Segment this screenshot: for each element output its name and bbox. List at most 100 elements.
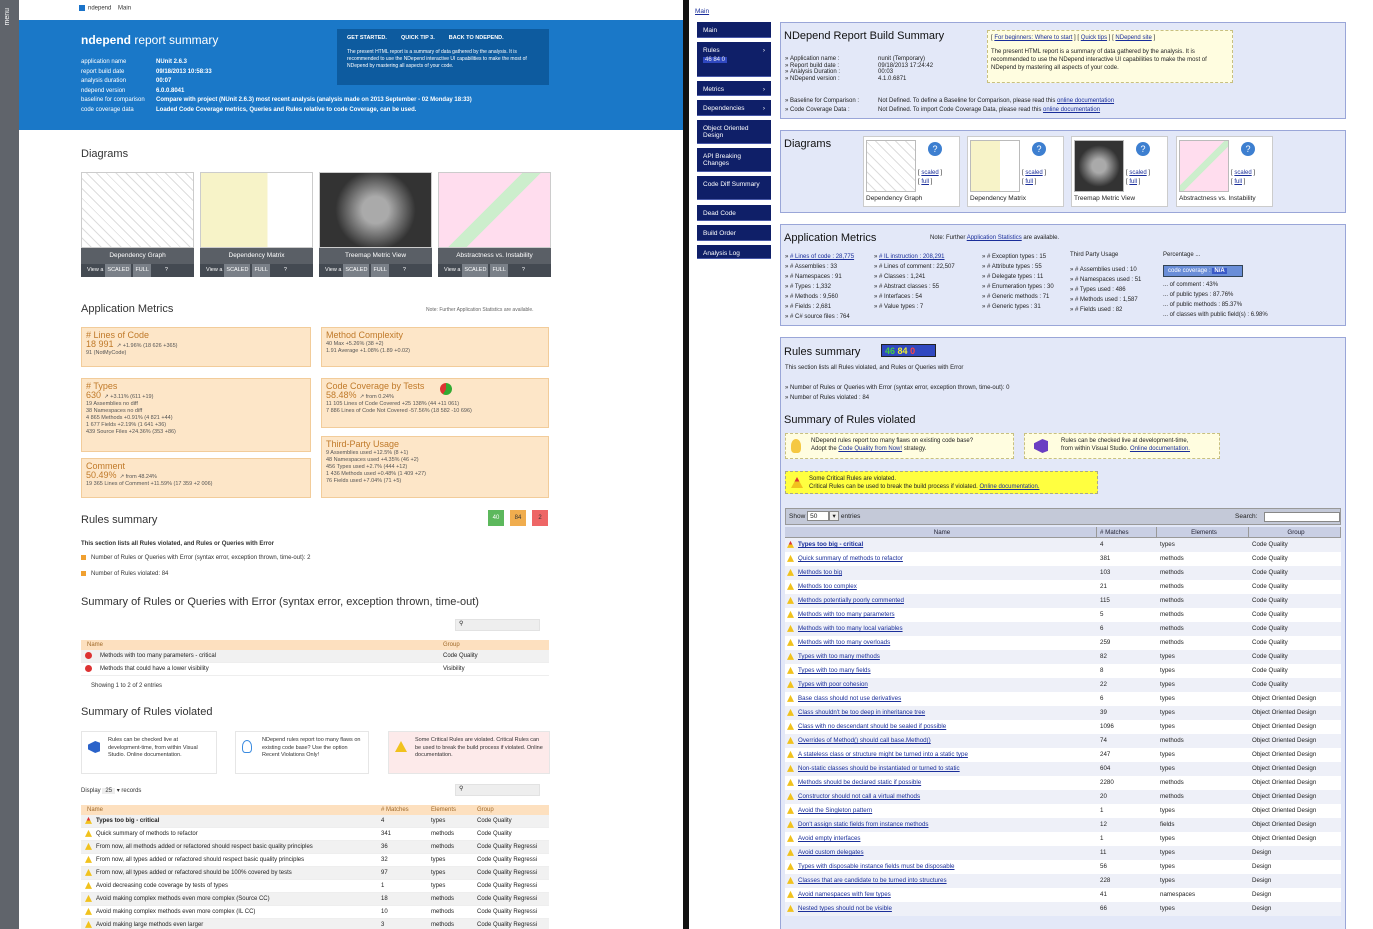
violated-search-input[interactable]: ⚲ <box>455 784 540 796</box>
coverage-title[interactable]: Code Coverage by Tests <box>326 382 544 391</box>
rule-link[interactable]: Quick summary of methods to refactor <box>798 555 903 562</box>
rule-link[interactable]: Methods too big <box>798 569 842 576</box>
brand-link[interactable]: ndepend <box>88 6 111 12</box>
table-row[interactable]: Overrides of Method() should call base.M… <box>785 734 1341 748</box>
rule-link[interactable]: Avoid custom delegates <box>798 849 864 856</box>
help-icon[interactable]: ? <box>165 267 168 273</box>
scaled-link[interactable]: scaled <box>1025 170 1042 176</box>
scaled-button[interactable]: SCALED <box>462 264 489 277</box>
complexity-title[interactable]: Method Complexity <box>326 331 544 340</box>
nav-item-main[interactable]: Main <box>697 22 771 38</box>
nav-item-rules[interactable]: Rules › 46 84 0 <box>697 42 771 77</box>
comment-title[interactable]: Comment <box>86 462 306 471</box>
help-icon[interactable]: ? <box>1136 142 1150 156</box>
table-row[interactable]: Don't assign static fields from instance… <box>785 818 1341 832</box>
nav-item-object-oriented-design[interactable]: Object Oriented Design <box>697 120 771 144</box>
table-row[interactable]: Constructor should not call a virtual me… <box>785 790 1341 804</box>
diagram-image[interactable] <box>1074 140 1124 192</box>
diagram-thumbnail[interactable] <box>438 172 551 248</box>
col-header[interactable]: Elements <box>1157 527 1249 537</box>
col-group[interactable]: Group <box>443 640 460 650</box>
show-entries-select[interactable]: 50 <box>807 511 830 521</box>
table-row[interactable]: Avoid making large methods even larger 3 m… <box>81 919 549 929</box>
col-header[interactable]: Elements <box>431 805 477 815</box>
baseline-doc-link[interactable]: online documentation <box>1057 98 1114 104</box>
rules-search-input[interactable] <box>1264 512 1340 522</box>
rules-badge[interactable]: 46 84 0 <box>881 344 936 357</box>
full-button[interactable]: FULL <box>371 264 389 277</box>
loc-title[interactable]: # Lines of Code <box>86 331 306 340</box>
rule-link[interactable]: Methods should be declared static if pos… <box>798 779 921 786</box>
col-header[interactable]: Name <box>785 527 1097 537</box>
tab-back-to-ndepend[interactable]: BACK TO NDEPEND. <box>449 35 504 41</box>
diagram-thumbnail[interactable] <box>319 172 432 248</box>
table-row[interactable]: Methods with too many local variables 6 me… <box>785 622 1341 636</box>
col-header[interactable]: # Matches <box>381 805 431 815</box>
diagram-thumbnail[interactable] <box>200 172 313 248</box>
nav-item-dependencies[interactable]: Dependencies › <box>697 100 771 116</box>
table-row[interactable]: Avoid custom delegates 11 types Design <box>785 846 1341 860</box>
types-title[interactable]: # Types <box>86 382 306 391</box>
app-statistics-link[interactable]: Application Statistics <box>967 235 1022 241</box>
diagram-image[interactable] <box>970 140 1020 192</box>
rule-link[interactable]: Class shouldn't be too deep in inheritan… <box>798 709 925 716</box>
rule-link[interactable]: Class with no descendant should be seale… <box>798 723 946 730</box>
help-icon[interactable]: ? <box>284 267 287 273</box>
scaled-button[interactable]: SCALED <box>224 264 251 277</box>
coverage-doc-link[interactable]: online documentation <box>1043 107 1100 113</box>
rules-warning-chip[interactable]: 84 <box>510 510 526 526</box>
full-link[interactable]: full <box>1129 179 1137 185</box>
table-row[interactable]: Methods with too many overloads 259 method… <box>785 636 1341 650</box>
table-row[interactable]: Methods with too many parameters 5 methods… <box>785 608 1341 622</box>
table-row[interactable]: Types with too many methods 82 types Code Q… <box>785 650 1341 664</box>
table-row[interactable]: Avoid the Singleton pattern 1 types Object … <box>785 804 1341 818</box>
rule-link[interactable]: Methods with too many local variables <box>798 625 903 632</box>
nav-item-api-breaking-changes[interactable]: API Breaking Changes <box>697 148 771 172</box>
rule-link[interactable]: Methods potentially poorly commented <box>798 597 904 604</box>
rule-link[interactable]: Types too big - critical <box>798 541 863 548</box>
select-arrow-icon[interactable]: ▾ <box>829 511 840 521</box>
menu-strip[interactable]: menu <box>0 0 19 929</box>
table-row[interactable]: Methods with too many parameters - criti… <box>81 650 549 663</box>
display-count-select[interactable]: 25 <box>102 788 116 794</box>
rule-link[interactable]: Base class should not use derivatives <box>798 695 901 702</box>
full-link[interactable]: full <box>1025 179 1033 185</box>
full-button[interactable]: FULL <box>133 264 151 277</box>
rule-link[interactable]: Avoid empty interfaces <box>798 835 860 842</box>
table-row[interactable]: Types with disposable instance fields mu… <box>785 860 1341 874</box>
table-row[interactable]: From now, all methods added or refactore… <box>81 841 549 854</box>
table-row[interactable]: Types too big - critical 4 types Code Quali… <box>81 815 549 828</box>
full-button[interactable]: FULL <box>252 264 270 277</box>
rule-link[interactable]: Avoid the Singleton pattern <box>798 807 872 814</box>
scaled-button[interactable]: SCALED <box>343 264 370 277</box>
table-row[interactable]: Class with no descendant should be seale… <box>785 720 1341 734</box>
scaled-link[interactable]: scaled <box>921 170 938 176</box>
full-button[interactable]: FULL <box>490 264 508 277</box>
table-row[interactable]: Avoid making complex methods even more c… <box>81 906 549 919</box>
quality-now-link[interactable]: Code Quality from Now! <box>838 446 902 452</box>
table-row[interactable]: Types with poor cohesion 22 types Code Qual… <box>785 678 1341 692</box>
scaled-link[interactable]: scaled <box>1129 170 1146 176</box>
help-icon[interactable]: ? <box>1241 142 1255 156</box>
link-quick-tips[interactable]: Quick tips <box>1081 35 1107 41</box>
rule-link[interactable]: Avoid namespaces with few types <box>798 891 891 898</box>
rule-link[interactable]: Methods with too many parameters <box>798 611 895 618</box>
rule-link[interactable]: Types with poor cohesion <box>798 681 868 688</box>
nav-item-metrics[interactable]: Metrics › <box>697 81 771 96</box>
table-row[interactable]: From now, all types added or refactored … <box>81 854 549 867</box>
scaled-link[interactable]: scaled <box>1234 170 1251 176</box>
col-header[interactable]: # Matches <box>1097 527 1157 537</box>
diagram-thumbnail[interactable] <box>81 172 194 248</box>
rule-link[interactable]: Constructor should not call a virtual me… <box>798 793 920 800</box>
table-row[interactable]: Methods too complex 21 methods Code Quality <box>785 580 1341 594</box>
table-row[interactable]: Classes that are candidate to be turned … <box>785 874 1341 888</box>
thirdparty-title[interactable]: Third-Party Usage <box>326 440 544 449</box>
critical-doc-link[interactable]: Online documentation. <box>979 484 1039 490</box>
col-header[interactable]: Group <box>1249 527 1341 537</box>
col-header[interactable]: Name <box>81 805 381 815</box>
help-icon[interactable]: ? <box>522 267 525 273</box>
help-icon[interactable]: ? <box>403 267 406 273</box>
tab-quick-tip[interactable]: QUICK TIP 3. <box>401 35 435 41</box>
table-row[interactable]: Methods too big 103 methods Code Quality <box>785 566 1341 580</box>
col-name[interactable]: Name <box>81 640 443 650</box>
